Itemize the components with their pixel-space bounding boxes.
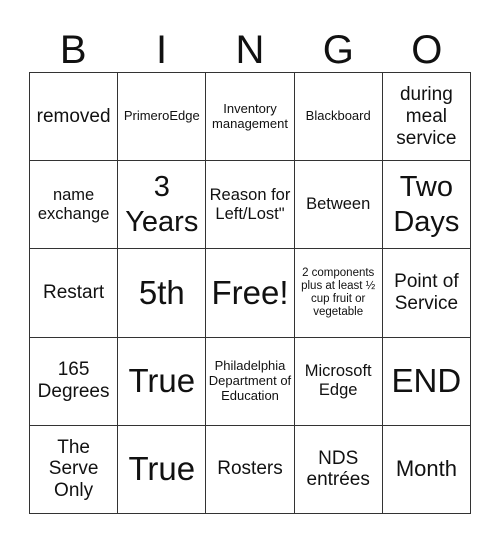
free-space-cell[interactable]: Free!	[206, 249, 295, 338]
bingo-cell[interactable]: END	[382, 337, 471, 426]
bingo-cell[interactable]: during meal service	[382, 73, 471, 162]
bingo-cell[interactable]: Two Days	[382, 161, 471, 250]
bingo-cell[interactable]: Philadelphia Department of Education	[206, 337, 295, 426]
bingo-cell[interactable]: True	[118, 337, 207, 426]
header-letter-b: B	[59, 28, 87, 72]
bingo-header: B I N G O	[29, 28, 471, 72]
bingo-cell[interactable]: Microsoft Edge	[294, 337, 383, 426]
bingo-cell[interactable]: PrimeroEdge	[118, 73, 207, 162]
bingo-board: removed PrimeroEdge Inventory management…	[29, 72, 471, 514]
header-letter-o: O	[411, 28, 443, 72]
bingo-cell[interactable]: Restart	[30, 249, 119, 338]
bingo-cell[interactable]: The Serve Only	[30, 425, 119, 514]
header-letter-i: I	[156, 28, 168, 72]
bingo-cell[interactable]: Between	[294, 161, 383, 250]
header-letter-n: N	[235, 28, 265, 72]
bingo-cell[interactable]: Inventory management	[206, 73, 295, 162]
bingo-cell[interactable]: Blackboard	[294, 73, 383, 162]
bingo-cell[interactable]: 3 Years	[118, 161, 207, 250]
bingo-cell[interactable]: NDS entrées	[294, 425, 383, 514]
bingo-cell[interactable]: 5th	[118, 249, 207, 338]
bingo-cell[interactable]: name exchange	[30, 161, 119, 250]
bingo-cell[interactable]: Point of Service	[382, 249, 471, 338]
header-letter-g: G	[322, 28, 354, 72]
bingo-cell[interactable]: removed	[30, 73, 119, 162]
bingo-cell[interactable]: 2 components plus at least ½ cup fruit o…	[294, 249, 383, 338]
bingo-cell[interactable]: True	[118, 425, 207, 514]
bingo-cell[interactable]: Reason for Left/Lost"	[206, 161, 295, 250]
bingo-cell[interactable]: Rosters	[206, 425, 295, 514]
bingo-cell[interactable]: 165 Degrees	[30, 337, 119, 426]
bingo-cell[interactable]: Month	[382, 425, 471, 514]
